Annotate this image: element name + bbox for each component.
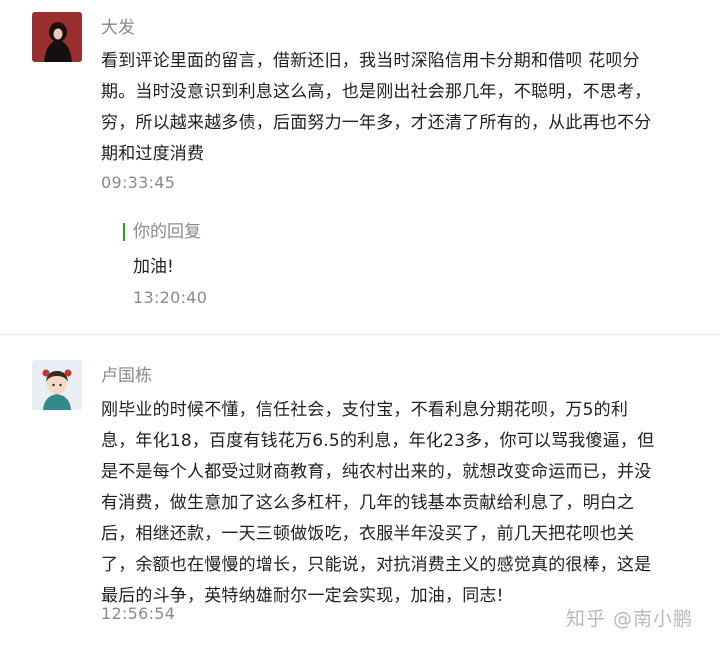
comment-text-line: 了，余额也在慢慢的增长，只能说，对抗消费主义的感觉真的很棒，这是 xyxy=(101,555,652,575)
comment-text-line: 穷，所以越来越多债，后面努力一年多，才还清了所有的，从此再也不分 xyxy=(101,113,652,133)
comment-text-line: 后，相继还款，一天三顿做饭吃，衣服半年没买了，前几天把花呗也关 xyxy=(101,524,635,544)
comment-author[interactable]: 大发 xyxy=(101,16,135,40)
comment-text: 看到评论里面的留言，借新还旧，我当时深陷信用卡分期和借呗 花呗分 期。当时没意识… xyxy=(101,46,701,170)
comment-text-line: 期。当时没意识到利息这么高，也是刚出社会那几年，不聪明，不思考， xyxy=(101,82,652,102)
comment-text-line: 有消费，做生意加了这么多杠杆，几年的钱基本贡献给利息了，明白之 xyxy=(101,493,635,513)
reply-text: 加油! xyxy=(133,257,174,277)
avatar-image xyxy=(32,360,82,410)
reply-label: 你的回复 xyxy=(133,222,201,242)
comment-author[interactable]: 卢国栋 xyxy=(101,364,152,388)
avatar[interactable] xyxy=(32,12,82,62)
comment-text: 刚毕业的时候不懂，信任社会，支付宝，不看利息分期花呗，万5的利 息，年化18，百… xyxy=(101,395,701,612)
comment-text-line: 期和过度消费 xyxy=(101,144,205,164)
comment-text-line: 息，年化18，百度有钱花万6.5的利息，年化23多，你可以骂我傻逼，但 xyxy=(101,431,655,451)
watermark: 知乎 @南小鹏 xyxy=(566,608,694,630)
avatar-image xyxy=(32,12,82,62)
comment-divider xyxy=(0,334,720,335)
avatar[interactable] xyxy=(32,360,82,410)
comment-time: 12:56:54 xyxy=(101,604,176,623)
comment-text-line: 是不是每个人都受过财商教育，纯农村出来的，就想改变命运而已，并没 xyxy=(101,462,652,482)
comment-text-line: 刚毕业的时候不懂，信任社会，支付宝，不看利息分期花呗，万5的利 xyxy=(101,400,629,420)
reply-indicator xyxy=(123,223,125,241)
comment-text-line: 看到评论里面的留言，借新还旧，我当时深陷信用卡分期和借呗 花呗分 xyxy=(101,51,640,71)
reply-time: 13:20:40 xyxy=(133,288,208,307)
comment-time: 09:33:45 xyxy=(101,173,176,192)
